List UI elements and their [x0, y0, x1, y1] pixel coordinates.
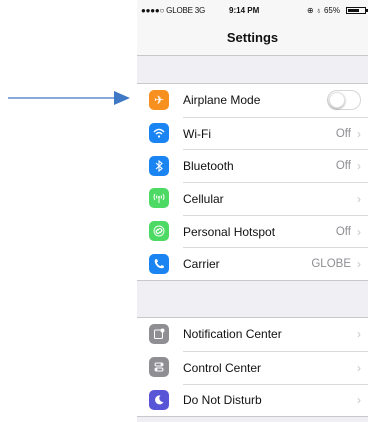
row-label: Carrier: [183, 257, 220, 272]
airplane-mode-toggle[interactable]: [327, 90, 361, 111]
chevron-right-icon: ›: [357, 360, 361, 375]
row-wifi[interactable]: Wi-Fi Off ›: [137, 116, 368, 150]
notification-center-icon: [149, 324, 169, 345]
hotspot-icon: [149, 221, 169, 242]
row-label: Bluetooth: [183, 159, 234, 174]
control-center-icon: [149, 357, 169, 378]
moon-icon: [149, 389, 169, 410]
cellular-icon: [149, 188, 169, 209]
settings-group-connectivity: ✈ Airplane Mode Wi-Fi Off › Bluetooth Off…: [137, 83, 368, 282]
chevron-right-icon: ›: [357, 159, 361, 174]
row-label: Personal Hotspot: [183, 224, 276, 239]
battery-icon: [346, 7, 368, 14]
settings-group-centers: Notification Center › Control Center › D…: [137, 317, 368, 418]
row-label: Cellular: [183, 191, 224, 206]
phone-icon: [149, 253, 169, 274]
wifi-icon: [149, 123, 169, 144]
chevron-right-icon: ›: [357, 126, 361, 141]
airplane-icon: ✈: [149, 90, 169, 111]
carrier-signal: ●●●●○ GLOBE 3G: [141, 6, 206, 15]
annotation-arrow: [8, 91, 130, 105]
row-label: Notification Center: [183, 327, 282, 342]
chevron-right-icon: ›: [357, 327, 361, 342]
row-value: GLOBE: [311, 258, 351, 271]
row-label: Wi-Fi: [183, 126, 211, 141]
battery-percent: ⊕ ♁ 65%: [306, 6, 340, 15]
row-value: Off: [335, 127, 351, 140]
row-do-not-disturb[interactable]: Do Not Disturb ›: [137, 383, 368, 417]
chevron-right-icon: ›: [357, 224, 361, 239]
row-label: Do Not Disturb: [183, 393, 262, 408]
row-cellular[interactable]: Cellular ›: [137, 182, 368, 215]
chevron-right-icon: ›: [357, 191, 361, 206]
nav-bar: Settings: [137, 20, 368, 56]
row-value: Off: [335, 160, 351, 173]
status-time: 9:14 PM: [229, 6, 260, 15]
row-bluetooth[interactable]: Bluetooth Off ›: [137, 149, 368, 182]
row-label: Control Center: [183, 360, 262, 375]
status-bar: ●●●●○ GLOBE 3G 9:14 PM ⊕ ♁ 65%: [137, 0, 368, 20]
row-airplane-mode[interactable]: ✈ Airplane Mode: [137, 84, 368, 117]
row-control-center[interactable]: Control Center ›: [137, 350, 368, 384]
row-value: Off: [335, 225, 351, 238]
toggle-knob: [329, 92, 345, 109]
chevron-right-icon: ›: [357, 257, 361, 272]
bluetooth-icon: [149, 155, 169, 176]
page-title: Settings: [226, 30, 279, 45]
row-personal-hotspot[interactable]: Personal Hotspot Off ›: [137, 214, 368, 248]
row-label: Airplane Mode: [183, 93, 261, 108]
chevron-right-icon: ›: [357, 393, 361, 408]
phone-screen: ●●●●○ GLOBE 3G 9:14 PM ⊕ ♁ 65% Settings …: [137, 0, 368, 422]
row-notification-center[interactable]: Notification Center ›: [137, 318, 368, 351]
row-carrier[interactable]: Carrier GLOBE ›: [137, 247, 368, 280]
